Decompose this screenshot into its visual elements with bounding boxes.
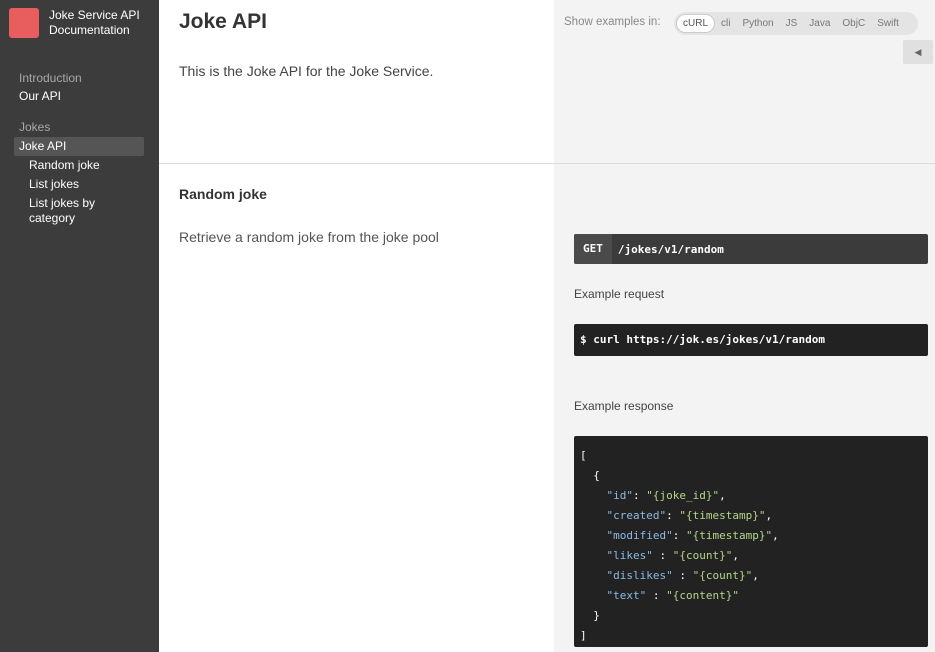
- code-line: ]: [580, 626, 922, 646]
- json-separator: :: [666, 509, 680, 522]
- example-request-label: Example request: [574, 287, 665, 301]
- caret-left-icon: ◀: [914, 46, 922, 57]
- nav-item-joke-api[interactable]: Joke API: [19, 139, 66, 154]
- logo-icon[interactable]: [9, 8, 39, 38]
- nav-item-random-joke[interactable]: Random joke: [29, 158, 100, 173]
- json-comma: ,: [732, 549, 739, 562]
- endpoint-bar: GET /jokes/v1/random: [574, 234, 928, 264]
- code-line: "id": "{joke_id}",: [580, 486, 922, 506]
- sidebar: Joke Service API Documentation Introduct…: [0, 0, 159, 652]
- json-separator: :: [672, 569, 693, 582]
- json-key: "dislikes": [606, 569, 673, 582]
- nav-item-list-jokes-by-category[interactable]: List jokes by category: [29, 196, 139, 226]
- json-key: "created": [606, 509, 667, 522]
- code-line: "likes" : "{count}",: [580, 546, 922, 566]
- page-title: Joke API: [179, 10, 267, 33]
- json-value: "{content}": [666, 589, 739, 602]
- code-line: "text" : "{content}": [580, 586, 922, 606]
- json-value: "{joke_id}": [646, 489, 720, 502]
- lang-button-objc[interactable]: ObjC: [836, 14, 871, 33]
- example-response-code: [ { "id": "{joke_id}", "created": "{time…: [574, 436, 928, 647]
- json-comma: ,: [719, 489, 726, 502]
- json-comma: ,: [752, 569, 759, 582]
- code-line: "modified": "{timestamp}",: [580, 526, 922, 546]
- json-separator: :: [652, 549, 673, 562]
- json-comma: ,: [772, 529, 779, 542]
- code-line: }: [580, 606, 922, 626]
- lang-button-cli[interactable]: cli: [715, 14, 736, 33]
- section-title: Random joke: [179, 186, 267, 202]
- json-value: "{timestamp}": [679, 509, 766, 522]
- json-separator: :: [633, 489, 647, 502]
- code-bracket: }: [593, 609, 600, 622]
- section-divider: [159, 163, 935, 164]
- json-comma: ,: [765, 509, 773, 522]
- json-key: "modified": [606, 529, 673, 542]
- nav-section-jokes[interactable]: Jokes: [19, 120, 50, 134]
- json-key: "text": [606, 589, 647, 602]
- collapse-panel-button[interactable]: ◀: [903, 40, 933, 64]
- nav-item-our-api[interactable]: Our API: [19, 89, 61, 104]
- json-separator: :: [646, 589, 667, 602]
- json-value: "{count}": [692, 569, 753, 582]
- lang-button-swift[interactable]: Swift: [871, 14, 905, 33]
- lang-button-js[interactable]: JS: [780, 14, 804, 33]
- json-value: "{timestamp}": [685, 529, 773, 542]
- code-line: [: [580, 446, 922, 466]
- example-response-label: Example response: [574, 399, 674, 413]
- section-description: Retrieve a random joke from the joke poo…: [179, 229, 439, 245]
- json-value: "{count}": [672, 549, 733, 562]
- json-key: "likes": [606, 549, 653, 562]
- main-content: [159, 0, 554, 652]
- code-bracket: [: [580, 449, 587, 462]
- language-selector: cURL cli Python JS Java ObjC Swift: [674, 12, 918, 35]
- http-method-badge: GET: [574, 234, 612, 264]
- code-line: "created": "{timestamp}",: [580, 506, 922, 526]
- code-line: {: [580, 466, 922, 486]
- example-request-code: $ curl https://jok.es/jokes/v1/random: [574, 324, 928, 356]
- nav-section-introduction[interactable]: Introduction: [19, 71, 82, 85]
- code-bracket: ]: [580, 629, 587, 642]
- intro-text: This is the Joke API for the Joke Servic…: [179, 63, 434, 79]
- lang-button-curl[interactable]: cURL: [676, 14, 716, 33]
- json-key: "id": [606, 489, 634, 502]
- code-bracket: {: [593, 469, 600, 482]
- code-line: "dislikes" : "{count}",: [580, 566, 922, 586]
- json-separator: :: [672, 529, 686, 542]
- lang-button-python[interactable]: Python: [736, 14, 779, 33]
- endpoint-path: /jokes/v1/random: [617, 242, 724, 256]
- lang-button-java[interactable]: Java: [803, 14, 836, 33]
- brand-title[interactable]: Joke Service API Documentation: [49, 8, 153, 38]
- nav-item-list-jokes[interactable]: List jokes: [29, 177, 79, 192]
- language-selector-label: Show examples in:: [564, 16, 661, 28]
